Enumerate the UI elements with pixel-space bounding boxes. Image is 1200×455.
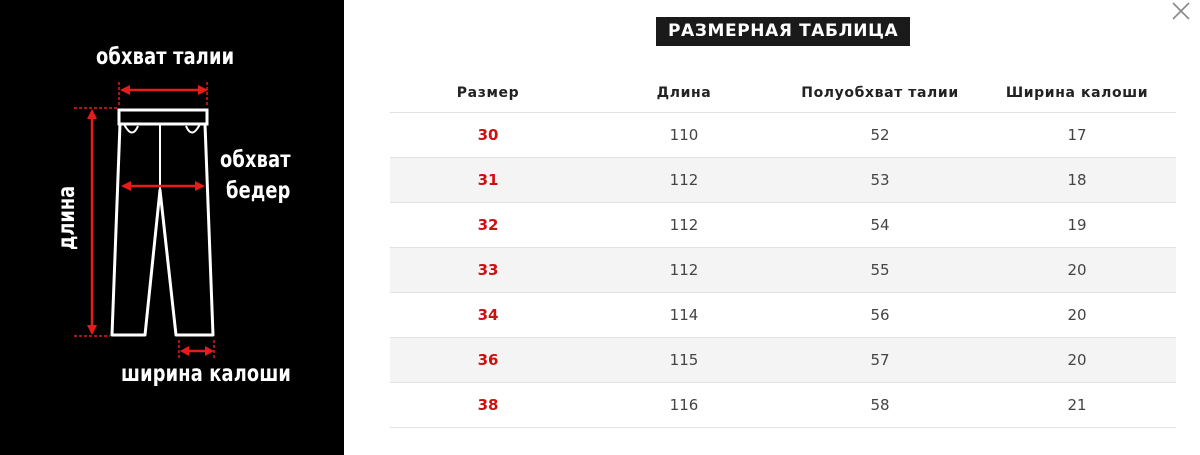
size-cell: 33 xyxy=(477,261,499,279)
table-row: 38 116 58 21 xyxy=(390,383,1176,428)
table-row: 36 115 57 20 xyxy=(390,338,1176,383)
size-cell: 34 xyxy=(477,306,499,324)
length-cell: 112 xyxy=(669,261,699,279)
table-row: 34 114 56 20 xyxy=(390,293,1176,338)
leg-opening-label: ширина калоши xyxy=(121,361,292,387)
waist-label: обхват талии xyxy=(96,44,235,70)
half-waist-cell: 55 xyxy=(870,261,890,279)
length-cell: 112 xyxy=(669,171,699,189)
header-half-waist: Полуобхват талии xyxy=(801,85,959,101)
page-title: РАЗМЕРНАЯ ТАБЛИЦА xyxy=(656,17,911,46)
length-cell: 114 xyxy=(669,306,699,324)
length-cell: 116 xyxy=(669,396,699,414)
half-waist-cell: 53 xyxy=(870,171,890,189)
length-label: длина xyxy=(54,185,80,250)
leg-width-cell: 20 xyxy=(1067,351,1087,369)
leg-width-cell: 17 xyxy=(1067,126,1087,144)
table-header: Размер Длина Полуобхват талии Ширина кал… xyxy=(390,74,1176,113)
half-waist-cell: 58 xyxy=(870,396,890,414)
table-row: 30 110 52 17 xyxy=(390,113,1176,158)
half-waist-cell: 57 xyxy=(870,351,890,369)
header-leg-width: Ширина калоши xyxy=(1005,85,1149,101)
leg-width-cell: 19 xyxy=(1067,216,1087,234)
size-cell: 32 xyxy=(477,216,499,234)
half-waist-cell: 54 xyxy=(870,216,890,234)
table-row: 32 112 54 19 xyxy=(390,203,1176,248)
leg-width-cell: 18 xyxy=(1067,171,1087,189)
size-cell: 31 xyxy=(477,171,499,189)
leg-width-cell: 20 xyxy=(1067,261,1087,279)
hips-label-line2: бедер xyxy=(226,178,291,204)
header-size: Размер xyxy=(456,85,520,101)
length-cell: 112 xyxy=(669,216,699,234)
length-cell: 110 xyxy=(669,126,699,144)
size-cell: 38 xyxy=(477,396,499,414)
length-cell: 115 xyxy=(669,351,699,369)
half-waist-cell: 56 xyxy=(870,306,890,324)
hips-label-line1: обхват xyxy=(220,147,291,173)
half-waist-cell: 52 xyxy=(870,126,890,144)
size-table: Размер Длина Полуобхват талии Ширина кал… xyxy=(390,74,1176,428)
close-icon[interactable] xyxy=(1170,0,1192,22)
pants-measurement-diagram: обхват талии обхват бедер длина ширина к… xyxy=(0,0,344,455)
table-row: 31 112 53 18 xyxy=(390,158,1176,203)
header-length: Длина xyxy=(656,85,712,101)
table-row: 33 112 55 20 xyxy=(390,248,1176,293)
leg-width-cell: 21 xyxy=(1067,396,1087,414)
size-cell: 36 xyxy=(477,351,499,369)
size-cell: 30 xyxy=(477,126,499,144)
leg-width-cell: 20 xyxy=(1067,306,1087,324)
